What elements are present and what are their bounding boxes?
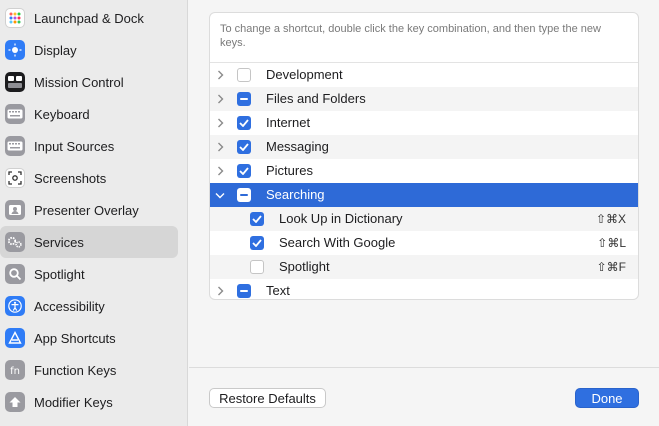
checkbox[interactable]: [237, 68, 251, 82]
checkbox[interactable]: [237, 140, 251, 154]
checkbox[interactable]: [250, 260, 264, 274]
services-icon: [5, 232, 25, 252]
checkbox[interactable]: [237, 116, 251, 130]
display-icon: [5, 40, 25, 60]
checkbox[interactable]: [237, 284, 251, 298]
app-shortcuts-icon: [5, 328, 25, 348]
checkbox[interactable]: [237, 164, 251, 178]
tree-row-pictures[interactable]: Pictures: [210, 159, 638, 183]
tree-row-files-and-folders[interactable]: Files and Folders: [210, 87, 638, 111]
keyboard-icon: [5, 104, 25, 124]
tree-row-label: Searching: [266, 187, 325, 202]
sidebar-item-screenshots[interactable]: Screenshots: [0, 162, 178, 194]
tree-row-search-with-google[interactable]: Search With Google ⇧⌘L: [210, 231, 638, 255]
restore-defaults-button[interactable]: Restore Defaults: [209, 388, 326, 408]
sidebar-item-label: Mission Control: [34, 74, 124, 90]
tree-row-label: Files and Folders: [266, 91, 366, 106]
spotlight-icon: [5, 264, 25, 284]
sidebar-item-label: Screenshots: [34, 170, 107, 186]
chevron-right-icon[interactable]: [214, 159, 226, 183]
chevron-down-icon[interactable]: [214, 183, 226, 207]
sidebar-item-launchpad-dock[interactable]: Launchpad & Dock: [0, 2, 178, 34]
sidebar-item-label: Display: [34, 42, 77, 58]
tree-row-label: Messaging: [266, 139, 329, 154]
sidebar-item-modifier-keys[interactable]: Modifier Keys: [0, 386, 178, 418]
chevron-right-icon[interactable]: [214, 63, 226, 87]
sidebar-item-mission-control[interactable]: Mission Control: [0, 66, 178, 98]
sidebar-item-label: Services: [34, 234, 84, 250]
sidebar-item-input-sources[interactable]: Input Sources: [0, 130, 178, 162]
tree-row-label: Text: [266, 283, 290, 298]
tree-row-label: Spotlight: [279, 259, 330, 274]
chevron-right-icon[interactable]: [214, 279, 226, 299]
keyboard-shortcut[interactable]: ⇧⌘L: [597, 231, 626, 255]
tree-row-messaging[interactable]: Messaging: [210, 135, 638, 159]
modifier-keys-icon: [5, 392, 25, 412]
sidebar-item-app-shortcuts[interactable]: App Shortcuts: [0, 322, 178, 354]
launchpad-icon: [5, 8, 25, 28]
sidebar-item-presenter-overlay[interactable]: Presenter Overlay: [0, 194, 178, 226]
screenshots-icon: [5, 168, 25, 188]
checkbox[interactable]: [250, 236, 264, 250]
checkbox[interactable]: [250, 212, 264, 226]
tree-row-label: Search With Google: [279, 235, 396, 250]
instruction-text: To change a shortcut, double click the k…: [220, 23, 601, 49]
tree-row-label: Internet: [266, 115, 311, 130]
checkbox[interactable]: [237, 92, 251, 106]
mission-control-icon: [5, 72, 25, 92]
sidebar-item-function-keys[interactable]: fn Function Keys: [0, 354, 178, 386]
checkbox[interactable]: [237, 188, 251, 202]
divider: [189, 367, 659, 368]
sidebar-item-label: Launchpad & Dock: [34, 10, 144, 26]
sidebar-item-keyboard[interactable]: Keyboard: [0, 98, 178, 130]
tree-row-label: Pictures: [266, 163, 313, 178]
sidebar-item-label: App Shortcuts: [34, 330, 116, 346]
sidebar-item-label: Accessibility: [34, 298, 105, 314]
chevron-right-icon[interactable]: [214, 111, 226, 135]
chevron-right-icon[interactable]: [214, 87, 226, 111]
chevron-right-icon[interactable]: [214, 135, 226, 159]
sidebar-item-label: Function Keys: [34, 362, 117, 378]
svg-text:fn: fn: [10, 366, 20, 377]
sidebar-item-accessibility[interactable]: Accessibility: [0, 290, 178, 322]
services-panel: To change a shortcut, double click the k…: [209, 12, 639, 300]
presenter-overlay-icon: [5, 200, 25, 220]
tree-row-internet[interactable]: Internet: [210, 111, 638, 135]
sidebar: Launchpad & Dock Display Mission Control…: [0, 0, 188, 426]
tree-row-development[interactable]: Development: [210, 63, 638, 87]
sidebar-item-label: Input Sources: [34, 138, 115, 154]
tree-row-spotlight[interactable]: Spotlight ⇧⌘F: [210, 255, 638, 279]
tree-row-label: Development: [266, 67, 343, 82]
tree-row-look-up-in-dictionary[interactable]: Look Up in Dictionary ⇧⌘X: [210, 207, 638, 231]
sidebar-item-spotlight[interactable]: Spotlight: [0, 258, 178, 290]
sidebar-item-services[interactable]: Services: [0, 226, 178, 258]
sidebar-item-label: Modifier Keys: [34, 394, 113, 410]
tree-row-searching[interactable]: Searching: [210, 183, 638, 207]
services-tree: Development Files and Folders Internet M…: [210, 62, 638, 299]
keyboard-shortcut[interactable]: ⇧⌘X: [596, 207, 626, 231]
tree-row-label: Look Up in Dictionary: [279, 211, 403, 226]
sidebar-item-label: Presenter Overlay: [34, 202, 139, 218]
function-keys-icon: fn: [5, 360, 25, 380]
done-button[interactable]: Done: [575, 388, 639, 408]
input-sources-icon: [5, 136, 25, 156]
sidebar-item-display[interactable]: Display: [0, 34, 178, 66]
main-pane: To change a shortcut, double click the k…: [189, 0, 659, 426]
sidebar-item-label: Spotlight: [34, 266, 85, 282]
tree-row-text[interactable]: Text: [210, 279, 638, 299]
sidebar-item-label: Keyboard: [34, 106, 90, 122]
keyboard-shortcut[interactable]: ⇧⌘F: [597, 255, 626, 279]
accessibility-icon: [5, 296, 25, 316]
